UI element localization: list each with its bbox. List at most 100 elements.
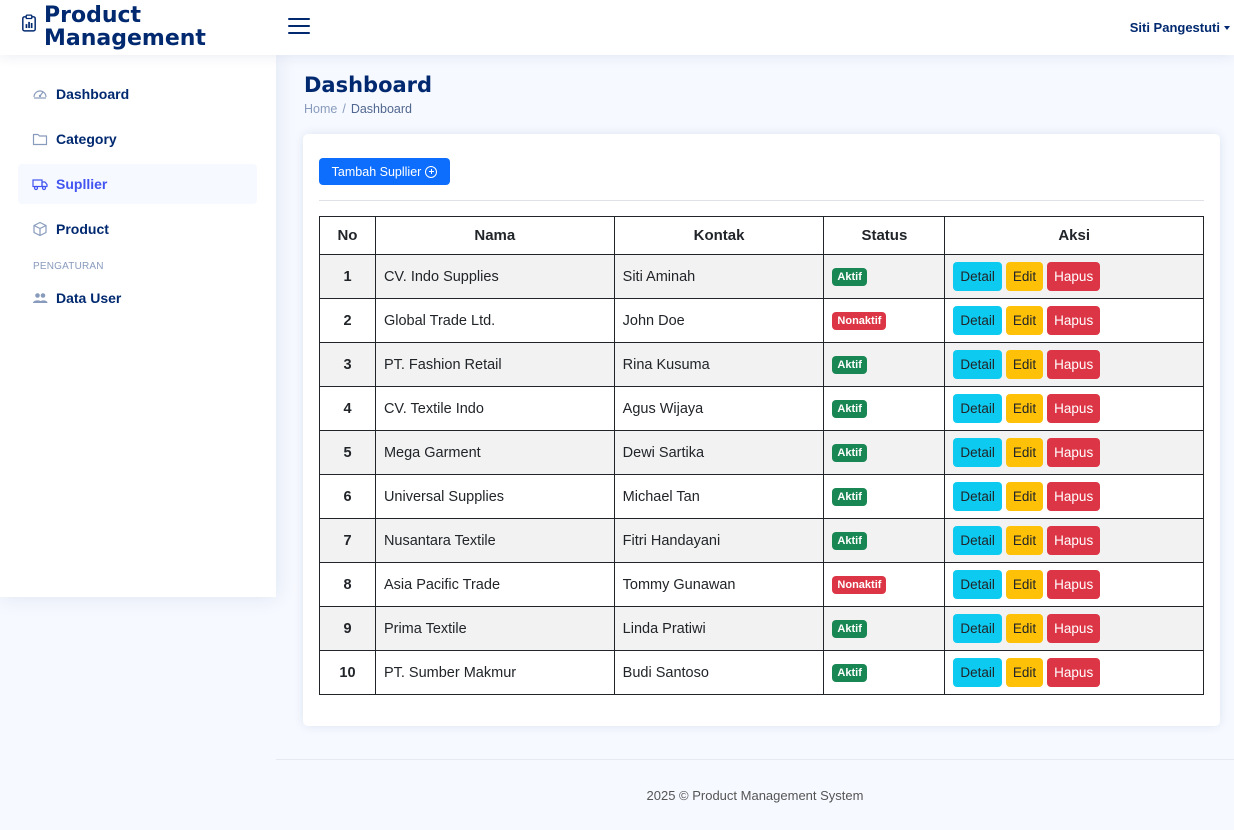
edit-button[interactable]: Edit <box>1005 394 1044 423</box>
breadcrumb: Home / Dashboard <box>304 102 412 116</box>
delete-button[interactable]: Hapus <box>1047 306 1101 335</box>
column-header: Kontak <box>613 216 825 255</box>
supplier-table: No Nama Kontak Status Aksi 1 CV. Indo Supplie… <box>319 216 1204 695</box>
status-badge: Aktif <box>832 619 867 638</box>
detail-button[interactable]: Detail <box>953 526 1002 555</box>
edit-button[interactable]: Edit <box>1005 350 1044 379</box>
detail-button[interactable]: Detail <box>953 350 1002 379</box>
supplier-contact: Budi Santoso <box>613 650 825 695</box>
app-logo[interactable]: Product Management <box>20 4 206 50</box>
actions-cell: Detail Edit Hapus <box>944 386 1204 431</box>
table-row: 7 Nusantara Textile Fitri Handayani Aktif De… <box>319 518 1204 563</box>
user-name: Siti Pangestuti <box>1129 20 1220 35</box>
user-menu[interactable]: Siti Pangestuti <box>1130 20 1230 35</box>
column-header: Aksi <box>944 216 1204 255</box>
detail-button[interactable]: Detail <box>953 614 1002 643</box>
footer-divider <box>276 759 1234 760</box>
detail-button[interactable]: Detail <box>953 394 1002 423</box>
delete-button[interactable]: Hapus <box>1047 658 1101 687</box>
delete-button[interactable]: Hapus <box>1047 438 1101 467</box>
edit-button[interactable]: Edit <box>1005 438 1044 467</box>
status-cell: Nonaktif <box>823 298 946 343</box>
sidebar-item-label: Supllier <box>56 176 108 192</box>
delete-button[interactable]: Hapus <box>1047 526 1101 555</box>
actions-cell: Detail Edit Hapus <box>944 298 1204 343</box>
edit-button[interactable]: Edit <box>1005 482 1044 511</box>
supplier-card: Tambah Supllier No Nama Kontak Status Aksi 1… <box>303 134 1220 726</box>
delete-button[interactable]: Hapus <box>1047 482 1101 511</box>
supplier-name: Asia Pacific Trade <box>374 562 615 607</box>
sidebar-item-category[interactable]: Category <box>18 119 257 159</box>
supplier-contact: Rina Kusuma <box>613 342 825 387</box>
edit-button[interactable]: Edit <box>1005 658 1044 687</box>
add-supplier-label: Tambah Supllier <box>331 164 422 179</box>
status-cell: Aktif <box>823 650 946 695</box>
supplier-name: Global Trade Ltd. <box>374 298 615 343</box>
detail-button[interactable]: Detail <box>953 306 1002 335</box>
supplier-contact: Michael Tan <box>613 474 825 519</box>
actions-cell: Detail Edit Hapus <box>944 562 1204 607</box>
supplier-contact: Agus Wijaya <box>613 386 825 431</box>
status-badge: Nonaktif <box>832 575 887 594</box>
delete-button[interactable]: Hapus <box>1047 614 1101 643</box>
edit-button[interactable]: Edit <box>1005 614 1044 643</box>
sidebar-item-label: Category <box>56 131 117 147</box>
detail-button[interactable]: Detail <box>953 262 1002 291</box>
sidebar-section-heading: PENGATURAN <box>33 261 104 272</box>
edit-button[interactable]: Edit <box>1005 570 1044 599</box>
table-row: 8 Asia Pacific Trade Tommy Gunawan Nonaktif… <box>319 562 1204 607</box>
breadcrumb-separator: / <box>342 102 346 116</box>
detail-button[interactable]: Detail <box>953 570 1002 599</box>
supplier-contact: Dewi Sartika <box>613 430 825 475</box>
status-cell: Aktif <box>823 518 946 563</box>
top-header: Product Management Siti Pangestuti <box>0 0 1234 55</box>
table-row: 10 PT. Sumber Makmur Budi Santoso Aktif Deta… <box>319 650 1204 695</box>
sidebar-item-supplier[interactable]: Supllier <box>18 164 257 204</box>
actions-cell: Detail Edit Hapus <box>944 430 1204 475</box>
sidebar-item-label: Data User <box>56 290 122 306</box>
row-number: 2 <box>319 298 376 343</box>
supplier-name: PT. Fashion Retail <box>374 342 615 387</box>
status-badge: Aktif <box>832 399 867 418</box>
sidebar-toggle-icon[interactable] <box>288 18 310 36</box>
table-row: 3 PT. Fashion Retail Rina Kusuma Aktif Detai… <box>319 342 1204 387</box>
sidebar: Dashboard Category Supllier Product PENG… <box>0 55 276 597</box>
status-cell: Nonaktif <box>823 562 946 607</box>
people-icon <box>33 293 48 303</box>
status-cell: Aktif <box>823 342 946 387</box>
status-badge: Nonaktif <box>832 311 887 330</box>
breadcrumb-home[interactable]: Home <box>304 102 337 116</box>
supplier-name: Prima Textile <box>374 606 615 651</box>
detail-button[interactable]: Detail <box>953 658 1002 687</box>
actions-cell: Detail Edit Hapus <box>944 254 1204 299</box>
delete-button[interactable]: Hapus <box>1047 394 1101 423</box>
edit-button[interactable]: Edit <box>1005 306 1044 335</box>
status-badge: Aktif <box>832 355 867 374</box>
row-number: 3 <box>319 342 376 387</box>
sidebar-item-product[interactable]: Product <box>18 209 257 249</box>
delete-button[interactable]: Hapus <box>1047 570 1101 599</box>
sidebar-item-label: Product <box>56 221 109 237</box>
sidebar-item-dashboard[interactable]: Dashboard <box>18 74 257 114</box>
sidebar-item-data-user[interactable]: Data User <box>18 278 257 318</box>
divider <box>319 200 1204 201</box>
delete-button[interactable]: Hapus <box>1047 262 1101 291</box>
truck-icon <box>32 179 48 191</box>
table-row: 5 Mega Garment Dewi Sartika Aktif Detail Edi… <box>319 430 1204 475</box>
supplier-name: Universal Supplies <box>374 474 615 519</box>
actions-cell: Detail Edit Hapus <box>944 518 1204 563</box>
folder-icon <box>32 133 48 146</box>
row-number: 4 <box>319 386 376 431</box>
delete-button[interactable]: Hapus <box>1047 350 1101 379</box>
add-supplier-button[interactable]: Tambah Supllier <box>319 158 450 185</box>
row-number: 10 <box>319 650 376 695</box>
edit-button[interactable]: Edit <box>1005 262 1044 291</box>
status-cell: Aktif <box>823 386 946 431</box>
detail-button[interactable]: Detail <box>953 438 1002 467</box>
supplier-contact: John Doe <box>613 298 825 343</box>
detail-button[interactable]: Detail <box>953 482 1002 511</box>
actions-cell: Detail Edit Hapus <box>944 650 1204 695</box>
edit-button[interactable]: Edit <box>1005 526 1044 555</box>
breadcrumb-current: Dashboard <box>350 102 412 116</box>
supplier-name: PT. Sumber Makmur <box>374 650 615 695</box>
